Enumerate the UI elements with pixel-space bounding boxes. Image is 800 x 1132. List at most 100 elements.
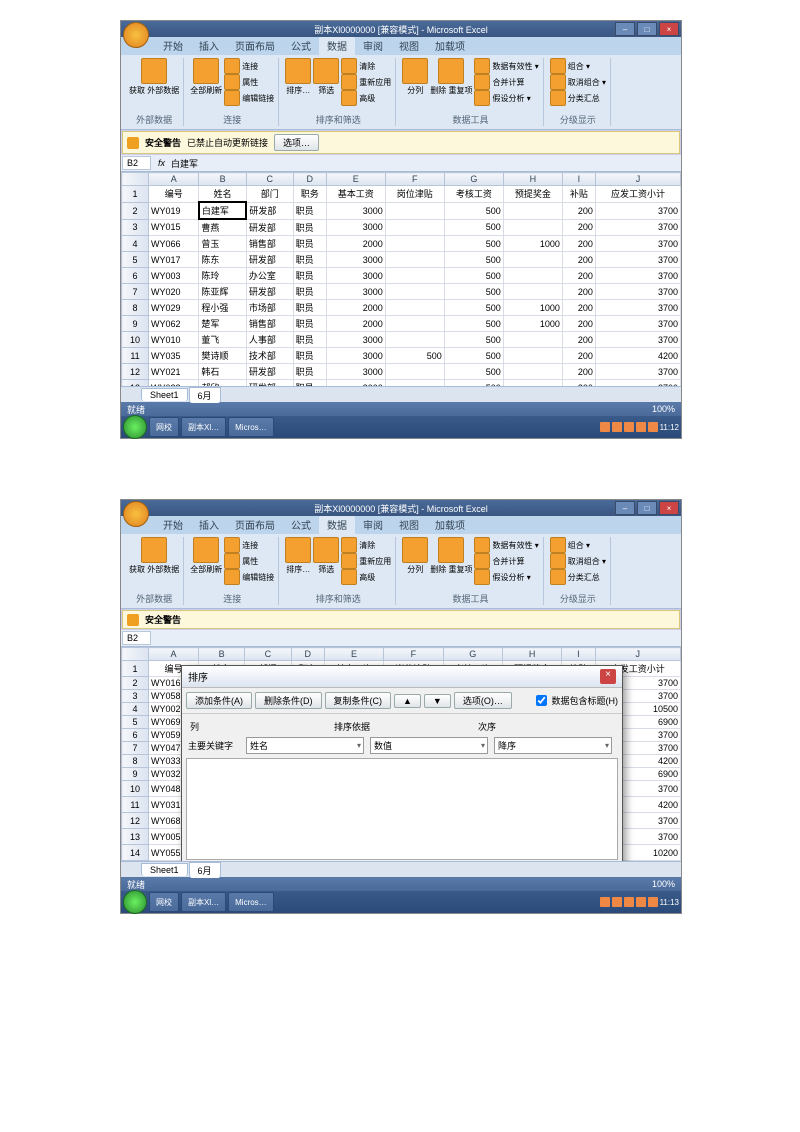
tab-review[interactable]: 审阅 xyxy=(355,515,391,534)
get-external-data-button[interactable]: 获取 外部数据 xyxy=(129,58,179,96)
column-header: 列 xyxy=(186,720,330,733)
move-up-button[interactable]: ▲ xyxy=(394,694,421,708)
close-button[interactable]: × xyxy=(659,501,679,515)
table-row[interactable]: 11WY035樊诗顺技术部职员30005005002004200 xyxy=(122,348,681,364)
tab-layout[interactable]: 页面布局 xyxy=(227,36,283,55)
consolidate-button[interactable]: 合并计算 xyxy=(474,74,538,90)
sheet-tab[interactable]: 6月 xyxy=(189,862,221,878)
table-row[interactable]: 13WY022郝欣研发部职员30005002003700 xyxy=(122,380,681,387)
name-box[interactable]: B2 xyxy=(122,631,151,645)
connections-button[interactable]: 连接 xyxy=(224,58,274,74)
tab-home[interactable]: 开始 xyxy=(155,36,191,55)
filter-button[interactable]: 筛选 xyxy=(313,58,339,96)
taskbar-item[interactable]: 网校 xyxy=(149,892,179,912)
tab-data[interactable]: 数据 xyxy=(319,36,355,55)
remove-dup-button[interactable]: 删除 重复项 xyxy=(430,58,472,96)
shield-icon xyxy=(127,614,139,626)
office-button[interactable] xyxy=(123,501,149,527)
conditions-list xyxy=(186,758,618,860)
minimize-button[interactable]: – xyxy=(615,22,635,36)
order-combo[interactable]: 降序 xyxy=(494,737,612,754)
text-to-columns-button[interactable]: 分列 xyxy=(402,58,428,96)
tab-addins[interactable]: 加载项 xyxy=(427,515,473,534)
order-header: 次序 xyxy=(474,720,618,733)
table-row[interactable]: 6WY003陈玲办公室职员30005002003700 xyxy=(122,268,681,284)
ungroup-button[interactable]: 取消组合 ▾ xyxy=(550,74,606,90)
close-button[interactable]: × xyxy=(659,22,679,36)
formula-bar[interactable]: 白建军 xyxy=(171,157,198,170)
window-title: 副本Xl0000000 [兼容模式] - Microsoft Excel xyxy=(314,23,488,36)
dialog-title: 排序 xyxy=(188,669,208,684)
dialog-title-bar[interactable]: 排序 × xyxy=(182,666,622,688)
tab-layout[interactable]: 页面布局 xyxy=(227,515,283,534)
column-combo[interactable]: 姓名 xyxy=(246,737,364,754)
get-external-data-button[interactable]: 获取 外部数据 xyxy=(129,537,179,575)
data-validation-button[interactable]: 数据有效性 ▾ xyxy=(474,58,538,74)
sheet-tab[interactable]: Sheet1 xyxy=(141,388,188,401)
taskbar-item[interactable]: 副本Xl… xyxy=(181,892,226,912)
tab-view[interactable]: 视图 xyxy=(391,515,427,534)
security-warning-bar: 安全警告 已禁止自动更新链接 选项… xyxy=(122,131,680,154)
office-button[interactable] xyxy=(123,22,149,48)
add-condition-button[interactable]: 添加条件(A) xyxy=(186,692,252,709)
tab-view[interactable]: 视图 xyxy=(391,36,427,55)
table-row[interactable]: 7WY020陈亚辉研发部职员30005002003700 xyxy=(122,284,681,300)
taskbar-item[interactable]: 副本Xl… xyxy=(181,417,226,437)
tab-home[interactable]: 开始 xyxy=(155,515,191,534)
table-row[interactable]: 9WY062楚军销售部职员200050010002003700 xyxy=(122,316,681,332)
taskbar-item[interactable]: Micros… xyxy=(228,892,274,912)
subtotal-button[interactable]: 分类汇总 xyxy=(550,90,606,106)
close-icon[interactable]: × xyxy=(600,669,616,684)
maximize-button[interactable]: □ xyxy=(637,501,657,515)
table-row[interactable]: 8WY029程小强市场部职员200050010002003700 xyxy=(122,300,681,316)
name-box[interactable]: B2 xyxy=(122,156,151,170)
maximize-button[interactable]: □ xyxy=(637,22,657,36)
tab-data[interactable]: 数据 xyxy=(319,515,355,534)
table-row[interactable]: 3WY015曹燕研发部职员30005002003700 xyxy=(122,219,681,236)
screenshot-1: 副本Xl0000000 [兼容模式] - Microsoft Excel – □… xyxy=(120,20,682,439)
tab-review[interactable]: 审阅 xyxy=(355,36,391,55)
group-button[interactable]: 组合 ▾ xyxy=(550,58,606,74)
tab-insert[interactable]: 插入 xyxy=(191,515,227,534)
grid[interactable]: ABCDEFGHIJ1编号姓名部门职务基本工资岗位津贴考核工资预提奖金补贴应发工… xyxy=(121,647,681,861)
window-title: 副本Xl0000000 [兼容模式] - Microsoft Excel xyxy=(314,502,488,515)
table-row[interactable]: 4WY066曾玉销售部职员200050010002003700 xyxy=(122,236,681,252)
sheet-tab[interactable]: 6月 xyxy=(189,387,221,403)
tab-formula[interactable]: 公式 xyxy=(283,515,319,534)
move-down-button[interactable]: ▼ xyxy=(424,694,451,708)
options-button[interactable]: 选项… xyxy=(274,134,319,151)
reapply-button[interactable]: 重新应用 xyxy=(341,74,391,90)
tab-addins[interactable]: 加载项 xyxy=(427,36,473,55)
tab-insert[interactable]: 插入 xyxy=(191,36,227,55)
grid[interactable]: ABCDEFGHIJ1编号姓名部门职务基本工资岗位津贴考核工资预提奖金补贴应发工… xyxy=(121,172,681,386)
sort-options-button[interactable]: 选项(O)… xyxy=(454,692,512,709)
table-row[interactable]: 2WY019白建军研发部职员30005002003700 xyxy=(122,202,681,219)
refresh-all-button[interactable]: 全部刷新 xyxy=(190,537,222,575)
start-button[interactable] xyxy=(123,415,147,439)
taskbar-item[interactable]: 网校 xyxy=(149,417,179,437)
edit-links-button[interactable]: 编辑链接 xyxy=(224,90,274,106)
zoom-level[interactable]: 100% xyxy=(652,404,675,414)
properties-button[interactable]: 属性 xyxy=(224,74,274,90)
copy-condition-button[interactable]: 复制条件(C) xyxy=(325,692,392,709)
advanced-button[interactable]: 高级 xyxy=(341,90,391,106)
refresh-all-button[interactable]: 全部刷新 xyxy=(190,58,222,96)
minimize-button[interactable]: – xyxy=(615,501,635,515)
whatif-button[interactable]: 假设分析 ▾ xyxy=(474,90,538,106)
clear-button[interactable]: 清除 xyxy=(341,58,391,74)
table-row[interactable]: 12WY021韩石研发部职员30005002003700 xyxy=(122,364,681,380)
sorton-combo[interactable]: 数值 xyxy=(370,737,488,754)
tab-formula[interactable]: 公式 xyxy=(283,36,319,55)
fx-icon[interactable]: fx xyxy=(152,158,171,168)
sort-button[interactable]: 排序… xyxy=(285,58,311,96)
start-button[interactable] xyxy=(123,890,147,914)
table-row[interactable]: 10WY010董飞人事部职员30005002003700 xyxy=(122,332,681,348)
taskbar-item[interactable]: Micros… xyxy=(228,417,274,437)
ribbon-tabs: 开始 插入 页面布局 公式 数据 审阅 视图 加载项 xyxy=(121,37,681,55)
sheet-tab[interactable]: Sheet1 xyxy=(141,863,188,876)
delete-condition-button[interactable]: 删除条件(D) xyxy=(255,692,322,709)
security-warning-bar: 安全警告 xyxy=(122,610,680,629)
table-row[interactable]: 1编号姓名部门职务基本工资岗位津贴考核工资预提奖金补贴应发工资小计 xyxy=(122,186,681,203)
table-row[interactable]: 5WY017陈东研发部职员30005002003700 xyxy=(122,252,681,268)
headers-checkbox[interactable]: 数据包含标题(H) xyxy=(532,692,619,709)
